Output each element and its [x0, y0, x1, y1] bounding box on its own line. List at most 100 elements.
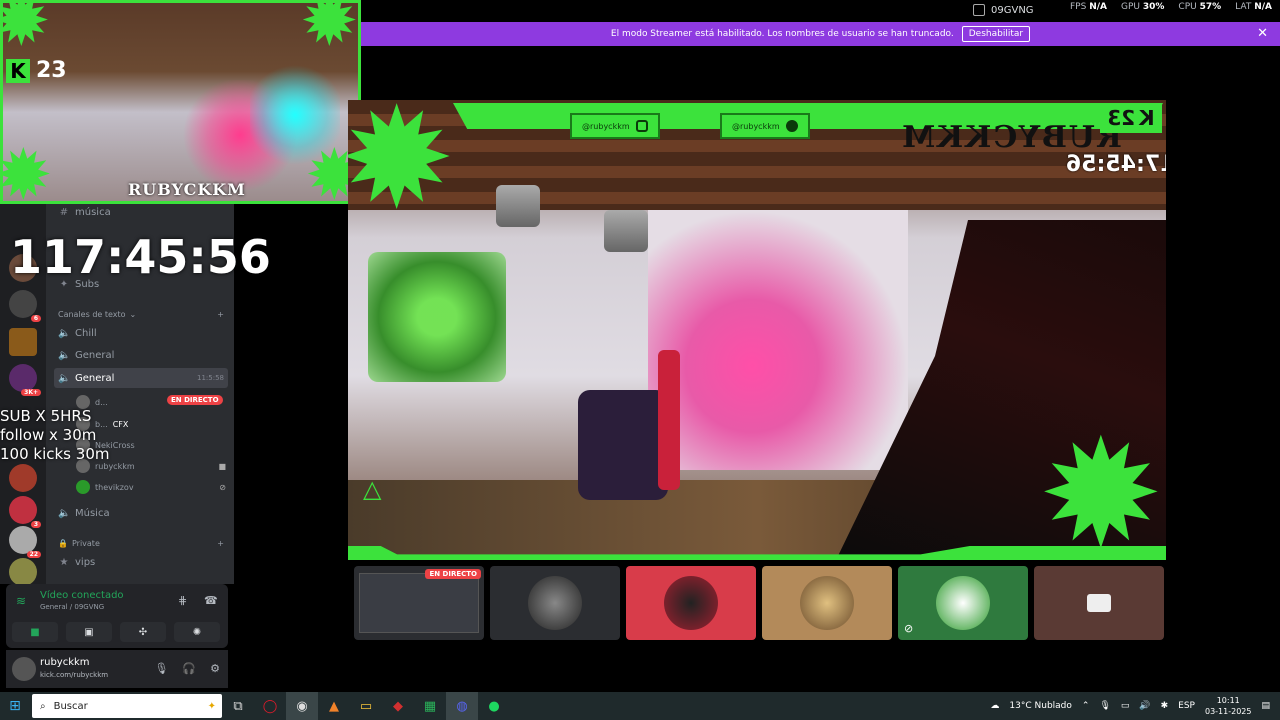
voice-channel-path: General / 09GVNG — [40, 603, 105, 611]
tiktok-icon — [785, 120, 798, 132]
clock-date: 03-11-2025 — [1204, 707, 1252, 716]
user-name: thevikzov — [95, 482, 134, 492]
participant-tile[interactable] — [762, 566, 892, 640]
add-channel-icon[interactable]: + — [217, 539, 224, 548]
window-title-text: 09GVNG — [991, 4, 1034, 16]
voice-channel-general[interactable]: 🔈 General — [54, 345, 228, 365]
search-highlight-icon: ✦ — [207, 700, 216, 712]
headphones-icon[interactable]: 🎧 — [182, 662, 196, 675]
perf-cpu: CPU 57% — [1178, 2, 1222, 12]
screen-share-button[interactable]: ▣ — [66, 622, 112, 642]
perf-stats: FPS N/A GPU 30% CPU 57% LAT N/A — [1070, 2, 1272, 12]
voice-user[interactable]: thevikzov ⊘ — [76, 480, 226, 494]
obs-icon[interactable]: ◉ — [286, 692, 318, 720]
language-indicator[interactable]: ESP — [1178, 701, 1195, 711]
chevron-down-icon: ⌄ — [129, 310, 137, 319]
network-icon[interactable]: ▭ — [1121, 701, 1130, 711]
clock[interactable]: 10:11 03-11-2025 — [1205, 695, 1252, 717]
taskbar: ⊞ ⌕ Buscar ✦ ⧉ ◯ ◉ ▲ ▭ ◆ ▦ ◍ ● ☁ 13°C Nu… — [0, 692, 1280, 720]
voice-channel-musica[interactable]: 🔈 Música — [54, 503, 228, 523]
overlay-timer: 117:45:56 — [10, 230, 271, 284]
unread-badge: 22 — [26, 551, 41, 558]
kick-icon: K — [1139, 106, 1155, 130]
participant-tile[interactable] — [490, 566, 620, 640]
category-label: Canales de texto — [58, 310, 126, 319]
channel-vips[interactable]: ★ vips — [54, 552, 228, 572]
shirt — [578, 390, 668, 500]
channel-label: General — [75, 372, 115, 384]
server-icon[interactable]: 6 — [9, 290, 41, 322]
spotlight — [604, 210, 648, 252]
disconnect-icon[interactable]: ☎ — [204, 594, 218, 607]
server-icon[interactable] — [9, 464, 37, 492]
gear-icon[interactable]: ⚙ — [210, 662, 220, 675]
volume-icon[interactable]: 🔊 — [1139, 701, 1150, 711]
voice-buttons: ■ ▣ ✣ ✺ — [12, 622, 220, 642]
system-tray: ☁ 13°C Nublado ⌃ 🎙 ▭ 🔊 ✱ ESP 10:11 03-11… — [990, 692, 1280, 720]
microphone-icon[interactable]: 🎙 — [1099, 701, 1110, 711]
stream-goals: SUB X 5HRS follow x 30m 100 kicks 30m — [0, 407, 109, 464]
discord-icon[interactable]: ◍ — [446, 692, 478, 720]
category-text-channels[interactable]: Canales de texto ⌄ + — [58, 310, 224, 319]
avatar[interactable] — [12, 657, 36, 681]
close-icon[interactable]: ✕ — [1257, 26, 1268, 41]
server-icon[interactable] — [9, 328, 37, 356]
microphone-icon[interactable]: 🎙 — [154, 662, 168, 675]
noise-suppression-icon[interactable]: ⋕ — [178, 594, 187, 607]
spotify-icon[interactable]: ● — [478, 692, 510, 720]
user-status: kick.com/rubyckkm — [40, 671, 109, 679]
user-name: d... — [95, 397, 108, 407]
server-icon[interactable] — [9, 558, 37, 586]
stream-view[interactable]: @rubyckkm @rubyckkm RUBYCKKM K 23 117:45… — [348, 100, 1166, 560]
taskbar-search[interactable]: ⌕ Buscar ✦ — [32, 694, 222, 718]
app-icon[interactable]: ◆ — [382, 692, 414, 720]
voice-channel-general-active[interactable]: 🔈 General 11:5:58 — [54, 368, 228, 388]
weather-text[interactable]: 13°C Nublado — [1009, 701, 1071, 711]
server-icon[interactable]: 3 — [9, 496, 41, 528]
channel-duration: 11:5:58 — [197, 374, 224, 382]
perf-fps: FPS N/A — [1069, 2, 1107, 12]
chevron-up-icon[interactable]: ⌃ — [1082, 701, 1090, 711]
participant-tile[interactable]: ⊘ — [898, 566, 1028, 640]
social-other: @rubyckkm — [720, 113, 810, 139]
voice-channel-chill[interactable]: 🔈 Chill — [54, 323, 228, 343]
star-icon: ★ — [59, 556, 69, 568]
voice-status[interactable]: Vídeo conectado — [40, 590, 124, 601]
windows-start-icon[interactable]: ⊞ — [0, 692, 30, 720]
streamer-mode-banner: El modo Streamer está habilitado. Los no… — [361, 22, 1280, 46]
channel-label: música — [75, 206, 111, 218]
vlc-icon[interactable]: ▲ — [318, 692, 350, 720]
speaker-icon: 🔈 — [58, 507, 71, 519]
clock-time: 10:11 — [1216, 696, 1240, 705]
channel-musica[interactable]: # música — [54, 202, 228, 222]
disable-streamer-mode-button[interactable]: Deshabilitar — [961, 26, 1031, 42]
avatar — [664, 576, 718, 630]
app-icon — [973, 4, 985, 16]
camera-button[interactable]: ■ — [12, 622, 58, 642]
category-private[interactable]: 🔒 Private + — [58, 539, 224, 548]
opera-icon[interactable]: ◯ — [254, 692, 286, 720]
participant-tile[interactable] — [1034, 566, 1164, 640]
participant-tile-screen[interactable]: EN DIRECTO — [354, 566, 484, 640]
channel-label: vips — [75, 556, 96, 568]
social-other-handle: @rubyckkm — [732, 121, 780, 131]
task-view-icon[interactable]: ⧉ — [222, 692, 254, 720]
leaf-icon: ✹ — [1038, 408, 1164, 560]
participant-tile[interactable] — [626, 566, 756, 640]
unread-badge: 3K+ — [21, 389, 41, 396]
notification-icon[interactable]: ▤ — [1261, 701, 1270, 711]
goal-text: SUB X 5HRS — [0, 407, 92, 425]
file-explorer-icon[interactable]: ▭ — [350, 692, 382, 720]
activities-button[interactable]: ✣ — [120, 622, 166, 642]
soundboard-button[interactable]: ✺ — [174, 622, 220, 642]
channel-label: General — [75, 349, 115, 361]
signal-icon: ≋ — [16, 594, 27, 608]
store-icon[interactable]: ▦ — [414, 692, 446, 720]
server-icon[interactable]: 3K+ — [9, 364, 41, 396]
add-channel-icon[interactable]: + — [217, 310, 224, 319]
bluetooth-icon[interactable]: ✱ — [1161, 701, 1169, 711]
server-icon[interactable]: 22 — [9, 526, 41, 558]
wall-light — [648, 210, 908, 470]
avatar — [936, 576, 990, 630]
mute-icon: ⊘ — [219, 482, 226, 492]
